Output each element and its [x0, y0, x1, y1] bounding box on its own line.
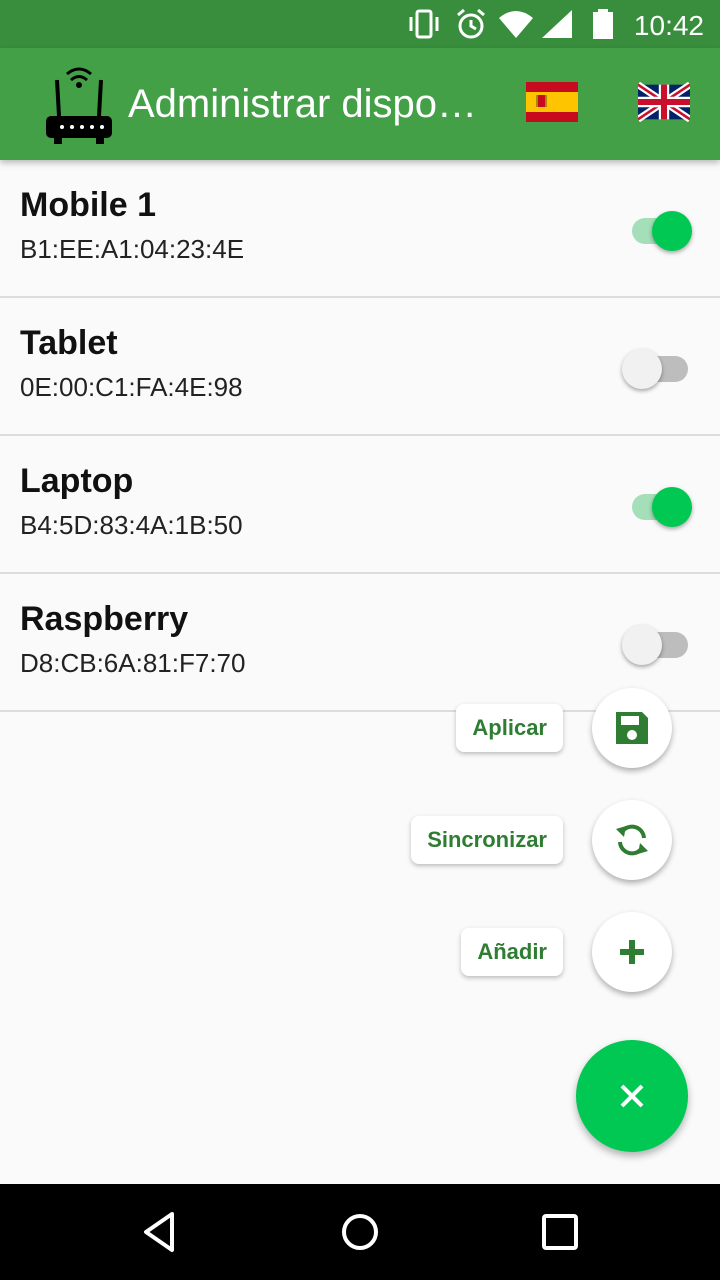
device-name: Mobile 1	[20, 186, 157, 224]
sync-label[interactable]: Sincronizar	[411, 816, 563, 864]
device-toggle[interactable]	[628, 206, 692, 251]
device-name: Raspberry	[20, 600, 189, 638]
recents-icon[interactable]	[536, 1208, 584, 1256]
device-mac: 0E:00:C1:FA:4E:98	[20, 372, 243, 402]
save-icon	[616, 712, 648, 744]
app-title: Administrar dispositivos	[128, 82, 480, 126]
device-mac: B4:5D:83:4A:1B:50	[20, 510, 243, 540]
device-toggle[interactable]	[622, 620, 692, 665]
apply-label[interactable]: Aplicar	[456, 704, 563, 752]
wifi-icon	[499, 11, 533, 38]
signal-icon	[542, 10, 572, 38]
status-bar: 10:42	[0, 0, 720, 48]
alarm-icon	[457, 8, 485, 39]
device-row[interactable]: Mobile 1 B1:EE:A1:04:23:4E	[0, 160, 720, 298]
device-mac: B1:EE:A1:04:23:4E	[20, 234, 245, 264]
device-list: Mobile 1 B1:EE:A1:04:23:4E Tablet 0E:00:…	[0, 160, 720, 712]
device-name: Tablet	[20, 324, 118, 362]
app-bar: Administrar dispositivos	[0, 48, 720, 160]
device-mac: D8:CB:6A:81:F7:70	[20, 648, 246, 678]
home-icon[interactable]	[336, 1208, 384, 1256]
close-menu-button[interactable]	[576, 1040, 688, 1152]
add-button[interactable]	[592, 912, 672, 992]
apply-button[interactable]	[592, 688, 672, 768]
navigation-bar	[0, 1184, 720, 1280]
device-row[interactable]: Raspberry D8:CB:6A:81:F7:70	[0, 574, 720, 712]
close-icon	[620, 1084, 644, 1108]
device-row[interactable]: Tablet 0E:00:C1:FA:4E:98	[0, 298, 720, 436]
status-time: 10:42	[633, 10, 704, 41]
toggle-thumb	[622, 625, 662, 665]
add-label[interactable]: Añadir	[461, 928, 563, 976]
vibrate-icon	[409, 9, 439, 39]
device-toggle[interactable]	[628, 482, 692, 527]
uk-flag-icon[interactable]	[638, 82, 690, 122]
sync-button[interactable]	[592, 800, 672, 880]
toggle-thumb	[622, 349, 662, 389]
sync-icon	[616, 824, 648, 856]
device-toggle[interactable]	[622, 344, 692, 389]
battery-icon	[593, 9, 613, 39]
plus-icon	[620, 940, 644, 964]
toggle-thumb	[652, 487, 692, 527]
device-row[interactable]: Laptop B4:5D:83:4A:1B:50	[0, 436, 720, 574]
back-icon[interactable]	[136, 1208, 184, 1256]
spain-flag-icon[interactable]	[526, 82, 578, 122]
device-name: Laptop	[20, 462, 134, 500]
toggle-thumb	[652, 211, 692, 251]
router-icon	[46, 67, 112, 144]
